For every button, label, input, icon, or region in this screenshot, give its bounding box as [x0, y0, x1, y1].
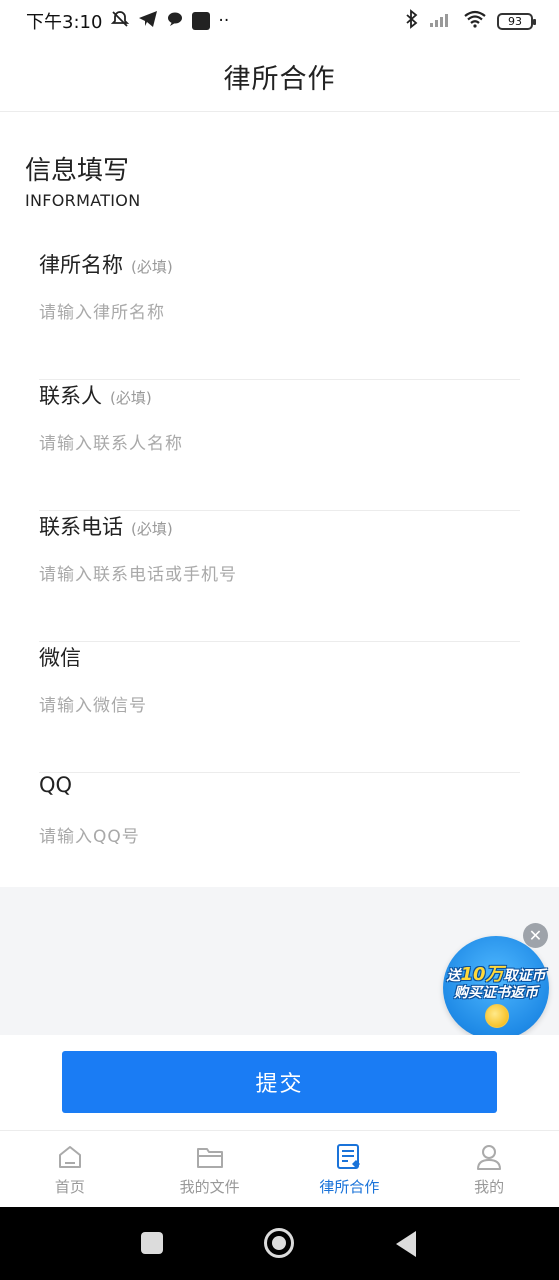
submit-button[interactable]: 提交 — [62, 1051, 497, 1113]
system-nav-bar — [0, 1207, 559, 1280]
app-header: 律所合作 — [0, 42, 559, 112]
wechat-input[interactable] — [39, 690, 520, 722]
field-contact-person: 联系人 (必填) — [39, 380, 520, 511]
field-label: QQ — [39, 773, 73, 797]
tab-my-files[interactable]: 我的文件 — [140, 1131, 280, 1207]
status-bar: 下午3:10 ·· 93 — [0, 0, 559, 42]
section-subtitle: INFORMATION — [25, 191, 141, 210]
field-qq: QQ — [39, 773, 520, 904]
promo-line2: 购买证书返币 — [454, 985, 538, 1001]
required-hint: (必填) — [110, 389, 152, 407]
recent-apps-icon[interactable] — [141, 1232, 163, 1254]
telegram-icon — [138, 10, 158, 32]
close-promo-icon[interactable]: ✕ — [523, 923, 548, 948]
tab-label: 律所合作 — [319, 1177, 380, 1196]
contact-phone-input[interactable] — [39, 559, 520, 591]
submit-area: 提交 — [0, 1035, 559, 1130]
battery-level: 93 — [508, 14, 522, 28]
home-icon — [55, 1142, 85, 1172]
battery-icon: 93 — [497, 12, 536, 30]
user-icon — [474, 1142, 504, 1172]
promo-badge[interactable]: 送10万取证币 购买证书返币 — [443, 936, 549, 1040]
back-triangle-icon[interactable] — [396, 1231, 416, 1257]
coin-icon — [485, 1004, 509, 1028]
field-wechat: 微信 — [39, 642, 520, 773]
signal-icon — [429, 10, 453, 32]
mute-bell-icon — [110, 9, 130, 33]
bottom-tab-bar: 首页 我的文件 律所合作 我的 — [0, 1130, 559, 1207]
tab-label: 首页 — [54, 1177, 85, 1196]
home-circle-icon[interactable] — [264, 1228, 294, 1258]
more-notifications-icon: ·· — [218, 10, 230, 31]
field-label: 微信 — [39, 646, 81, 670]
tab-home[interactable]: 首页 — [0, 1131, 140, 1207]
wifi-icon — [463, 10, 487, 32]
field-firm-name: 律所名称 (必填) — [39, 249, 520, 380]
field-label: 联系电话 — [39, 515, 123, 539]
field-label: 联系人 — [39, 384, 102, 408]
contact-person-input[interactable] — [39, 428, 520, 460]
tab-label: 我的文件 — [179, 1177, 240, 1196]
required-hint: (必填) — [131, 520, 173, 538]
tab-firm-cooperation[interactable]: 律所合作 — [280, 1131, 420, 1207]
section-title: 信息填写 — [25, 156, 130, 186]
field-contact-phone: 联系电话 (必填) — [39, 511, 520, 642]
tab-mine[interactable]: 我的 — [419, 1131, 559, 1207]
tab-label: 我的 — [474, 1177, 505, 1196]
status-time: 下午3:10 — [26, 12, 103, 33]
field-label: 律所名称 — [39, 253, 123, 277]
chat-bubble-icon — [166, 10, 184, 32]
section-heading: 信息填写 INFORMATION — [25, 150, 140, 210]
page-title: 律所合作 — [223, 64, 336, 95]
app-notification-icon — [192, 12, 211, 30]
folder-icon — [195, 1142, 225, 1172]
bluetooth-icon — [405, 9, 419, 33]
firm-name-input[interactable] — [39, 297, 520, 329]
required-hint: (必填) — [131, 258, 173, 276]
qq-input[interactable] — [39, 821, 520, 853]
cooperation-doc-icon — [334, 1142, 364, 1172]
